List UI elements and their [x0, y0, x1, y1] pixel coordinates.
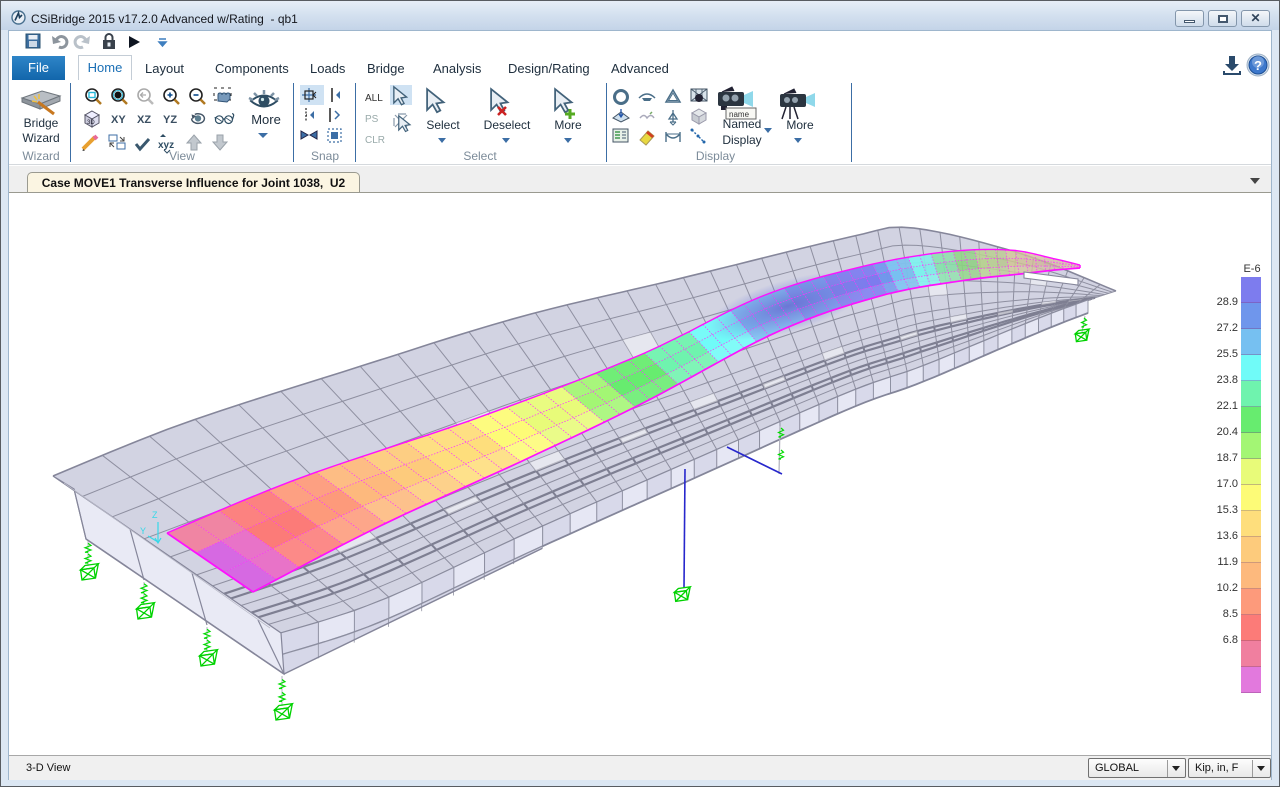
svg-text:Y: Y	[140, 526, 146, 536]
svg-text:3D: 3D	[87, 120, 95, 126]
svg-text:?: ?	[1254, 58, 1262, 73]
svg-text:YZ: YZ	[163, 114, 177, 126]
svg-text:Z: Z	[152, 510, 158, 520]
svg-text:XY: XY	[111, 114, 126, 126]
svg-text:XZ: XZ	[137, 114, 151, 126]
